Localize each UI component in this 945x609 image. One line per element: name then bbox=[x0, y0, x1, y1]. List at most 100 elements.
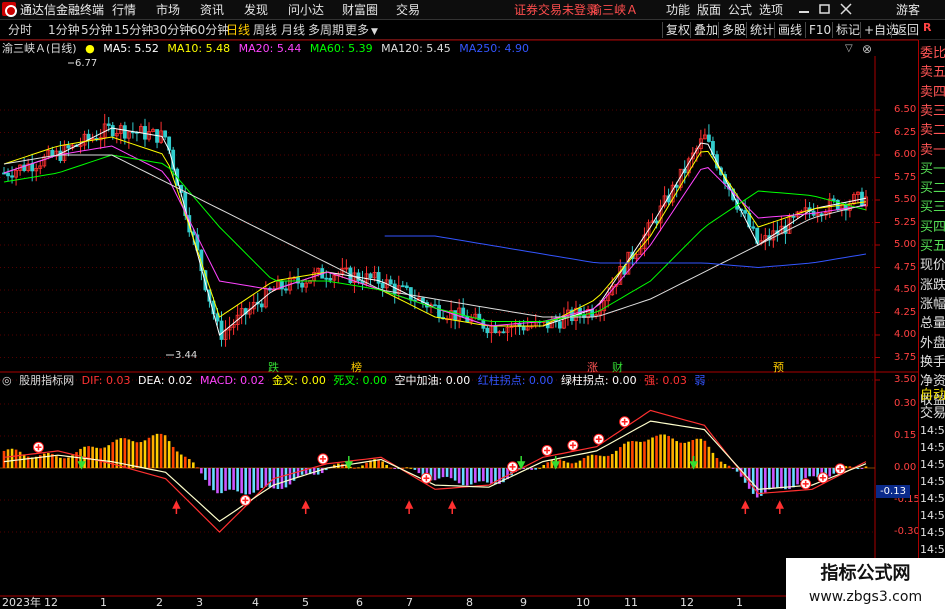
ma-line-ma60 bbox=[3, 154, 867, 322]
candle-body bbox=[404, 285, 409, 288]
macd-tick-label: -0.30 bbox=[894, 526, 920, 537]
macd-bar bbox=[687, 441, 691, 468]
tick-time: 14:55 bbox=[920, 424, 945, 437]
macd-bar bbox=[780, 468, 783, 489]
macd-bar bbox=[67, 457, 70, 468]
macd-bar bbox=[163, 435, 167, 468]
event-marker-rise[interactable]: 涨 bbox=[587, 359, 598, 375]
x-tick-label: 12 bbox=[680, 596, 694, 609]
macd-bar bbox=[772, 468, 775, 488]
macd-bar bbox=[828, 468, 832, 477]
price-tick-label: 6.25 bbox=[894, 126, 917, 138]
quote-field-7[interactable]: 买二 bbox=[920, 179, 945, 198]
price-tick-label: 4.50 bbox=[894, 284, 917, 295]
quote-field-5[interactable]: 卖一 bbox=[920, 141, 945, 160]
quote-field-9[interactable]: 买四 bbox=[920, 218, 945, 237]
event-marker-forecast[interactable]: 预 bbox=[773, 359, 784, 375]
tick-time: 14:55 bbox=[920, 441, 945, 454]
event-marker-list[interactable]: 榜 bbox=[351, 359, 362, 375]
x-tick-label: 8 bbox=[466, 596, 473, 609]
macd-bar bbox=[562, 460, 566, 468]
macd-bar bbox=[14, 449, 18, 468]
event-marker-fall[interactable]: 跌 bbox=[268, 359, 279, 375]
quote-field-10[interactable]: 买五 bbox=[920, 237, 945, 256]
quote-field-2[interactable]: 卖四 bbox=[920, 83, 945, 102]
macd-bar bbox=[95, 447, 98, 468]
macd-bar bbox=[759, 468, 763, 496]
high-price-label: 6.77 bbox=[75, 58, 98, 69]
candle-body bbox=[437, 304, 441, 318]
macd-bar bbox=[808, 468, 811, 477]
trade-tab[interactable]: 交易 bbox=[920, 404, 945, 423]
quote-field-15[interactable]: 外盘 bbox=[920, 334, 945, 353]
quote-field-11[interactable]: 现价 bbox=[920, 256, 945, 275]
candle-body bbox=[66, 145, 71, 149]
candle-body bbox=[6, 172, 10, 177]
macd-bar bbox=[2, 450, 6, 468]
price-tick-label: 3.50 bbox=[894, 374, 917, 385]
macd-bar bbox=[260, 468, 264, 488]
macd-bar bbox=[614, 450, 618, 468]
quote-field-14[interactable]: 总量 bbox=[920, 314, 945, 333]
candle-body bbox=[122, 125, 127, 139]
quote-field-16[interactable]: 换手 bbox=[920, 353, 945, 372]
macd-bar bbox=[59, 457, 62, 468]
quote-field-6[interactable]: 买一 bbox=[920, 160, 945, 179]
macd-bar bbox=[606, 455, 610, 468]
quote-field-13[interactable]: 涨幅 bbox=[920, 295, 945, 314]
macd-bar bbox=[469, 468, 473, 485]
candle-body bbox=[219, 320, 224, 340]
macd-bar bbox=[204, 468, 207, 480]
macd-bar bbox=[276, 468, 280, 490]
macd-bar bbox=[405, 467, 409, 469]
macd-bar bbox=[135, 442, 139, 468]
macd-bar bbox=[675, 441, 678, 468]
quote-field-12[interactable]: 涨跌 bbox=[920, 276, 945, 295]
candle-body bbox=[110, 125, 115, 137]
auto-tab[interactable]: 自动 bbox=[920, 386, 945, 405]
indicator-name[interactable]: 股朋指标网 bbox=[19, 374, 74, 387]
quote-field-3[interactable]: 卖三 bbox=[920, 102, 945, 121]
macd-bar bbox=[437, 468, 441, 479]
macd-bar bbox=[417, 468, 421, 474]
macd-bar bbox=[631, 440, 634, 468]
tick-time: 14:56 bbox=[920, 492, 945, 505]
x-tick-label: 7 bbox=[406, 596, 413, 609]
price-chart[interactable] bbox=[0, 0, 918, 609]
macd-bar bbox=[183, 456, 187, 468]
green-turn-value: 绿柱拐点: 0.00 bbox=[560, 374, 637, 387]
macd-bar bbox=[409, 467, 413, 469]
macd-bar bbox=[486, 468, 489, 483]
macd-bar bbox=[860, 468, 864, 469]
macd-tick-label: 0.00 bbox=[894, 462, 917, 473]
candle-body bbox=[493, 325, 498, 334]
macd-bar bbox=[618, 447, 622, 468]
quote-field-4[interactable]: 卖二 bbox=[920, 121, 945, 140]
right-panel-r-badge[interactable]: R bbox=[923, 21, 931, 34]
macd-bar bbox=[582, 457, 586, 468]
macd-bar bbox=[635, 441, 638, 468]
candle-body bbox=[743, 210, 748, 214]
macd-bar bbox=[155, 433, 159, 468]
event-marker-finance[interactable]: 财 bbox=[612, 359, 623, 375]
weak-value: 弱 bbox=[694, 374, 706, 387]
tick-time: 14:56 bbox=[920, 475, 945, 488]
quote-field-0[interactable]: 委比 bbox=[920, 44, 945, 63]
up-arrow-icon bbox=[301, 500, 310, 514]
candle-body bbox=[521, 326, 526, 331]
price-tick-label: 3.75 bbox=[894, 351, 917, 363]
candle-body bbox=[163, 130, 168, 138]
macd-bar bbox=[864, 466, 868, 468]
macd-value: MACD: 0.02 bbox=[199, 374, 265, 387]
macd-bar bbox=[671, 438, 674, 468]
candle-body bbox=[831, 198, 836, 201]
candle-body bbox=[368, 273, 373, 279]
macd-bar bbox=[220, 468, 223, 494]
quote-field-8[interactable]: 买三 bbox=[920, 198, 945, 217]
macd-bar bbox=[594, 455, 598, 468]
quote-field-1[interactable]: 卖五 bbox=[920, 63, 945, 82]
macd-bar bbox=[590, 454, 594, 468]
macd-bar bbox=[848, 466, 852, 468]
macd-bar bbox=[167, 441, 171, 468]
candle-body bbox=[751, 226, 756, 229]
